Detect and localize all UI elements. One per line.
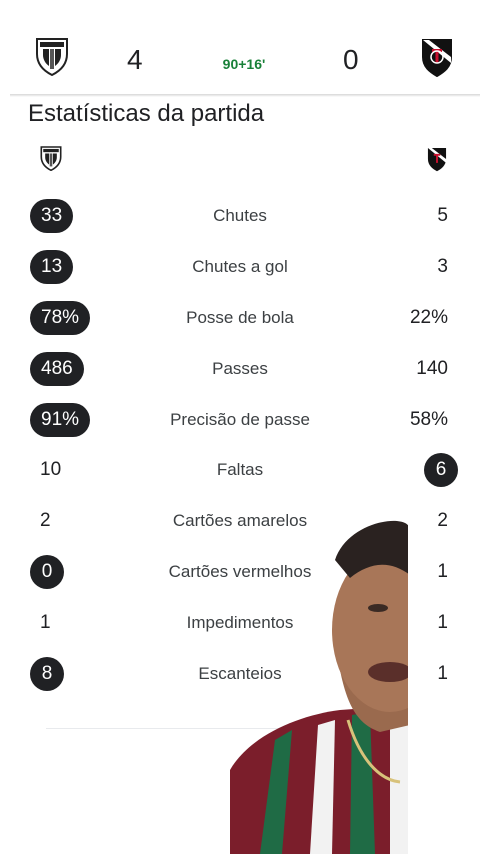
independiente-del-valle-crest-icon[interactable] (35, 36, 69, 76)
stat-row-shots-on-target: 13 Chutes a gol 3 (0, 242, 480, 293)
stat-row-passes: 486 Passes 140 (0, 343, 480, 394)
away-stat-value: 140 (416, 357, 448, 379)
away-stat-value: 58% (409, 408, 448, 430)
vasco-da-gama-crest-icon (426, 146, 448, 172)
scoreboard-header: 4 90+16' 0 (0, 0, 480, 94)
away-stat-value: 1 (437, 662, 448, 684)
stat-row-pass-accuracy: 91% Precisão de passe 58% (0, 394, 480, 445)
stat-label: Chutes a gol (192, 257, 288, 277)
independiente-del-valle-crest-icon (40, 145, 62, 171)
away-stat-value: 1 (437, 560, 448, 582)
person-video-overlay (230, 520, 410, 854)
stat-label: Faltas (216, 460, 264, 480)
away-score: 0 (343, 44, 359, 75)
header-shadow (10, 94, 480, 97)
stat-row-shots: 33 Chutes 5 (0, 191, 480, 242)
stat-row-fouls: 10 Faltas 6 (0, 445, 480, 496)
away-stat-value: 1 (437, 611, 448, 633)
away-stat-value: 22% (409, 306, 448, 328)
away-stat-value: 5 (437, 205, 448, 227)
away-stat-value: 2 (437, 510, 448, 532)
stat-label: Chutes (213, 206, 267, 226)
match-clock: 90+16' (222, 56, 266, 72)
stat-label: Precisão de passe (170, 409, 310, 429)
stat-label: Passes (212, 358, 268, 378)
away-stat-value: 3 (437, 256, 448, 278)
away-stat-value: 6 (424, 453, 458, 488)
vasco-da-gama-crest-icon[interactable] (420, 37, 454, 77)
stat-label: Posse de bola (186, 307, 294, 327)
page-title: Estatísticas da partida (28, 100, 265, 127)
stat-row-possession: 78% Posse de bola 22% (0, 293, 480, 344)
home-score: 4 (127, 44, 143, 75)
